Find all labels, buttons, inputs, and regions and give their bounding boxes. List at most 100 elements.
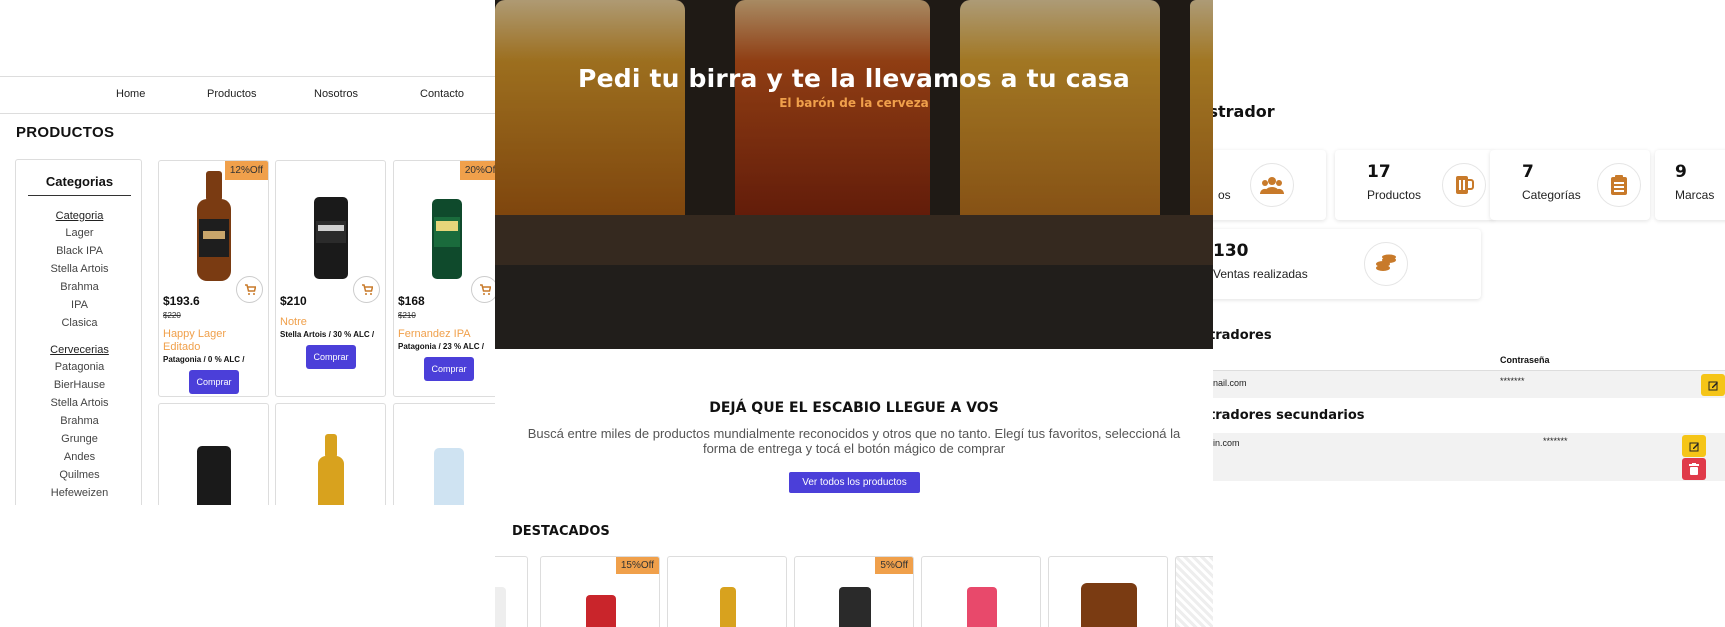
discount-badge: 20%Off [459, 161, 495, 180]
top-navbar: Home Productos Nosotros Contacto [0, 76, 495, 114]
stat-card-users: os [1213, 150, 1326, 220]
featured-card[interactable] [921, 556, 1041, 627]
edit-icon [1689, 442, 1699, 451]
admin-row: nail.com ******* [1213, 370, 1725, 398]
product-thumbnail [1081, 583, 1137, 627]
nav-link-nosotros[interactable]: Nosotros [314, 88, 358, 100]
discount-badge: 15%Off [615, 557, 659, 574]
category-item[interactable]: Clasica [16, 314, 143, 332]
beer-bottle-image [197, 171, 231, 281]
product-card [158, 403, 269, 505]
nav-link-home[interactable]: Home [116, 88, 145, 100]
stat-label: Categorías [1522, 188, 1581, 202]
category-item[interactable]: Black IPA [16, 242, 143, 260]
stat-card-products: 17 Productos [1335, 150, 1495, 220]
products-page-panel: Home Productos Nosotros Contacto PRODUCT… [0, 0, 495, 505]
product-name[interactable]: Fernandez IPA [398, 328, 495, 341]
edit-button[interactable] [1682, 435, 1706, 457]
product-thumbnail [967, 587, 997, 627]
nav-link-contacto[interactable]: Contacto [420, 88, 464, 100]
stat-value: 130 [1213, 241, 1249, 261]
stat-value: 9 [1675, 162, 1687, 182]
product-old-price: $220 [163, 311, 181, 320]
brewery-item[interactable]: Hefeweizen [16, 484, 143, 502]
home-page-panel: Pedi tu birra y te la llevamos a tu casa… [495, 0, 1213, 627]
category-item[interactable]: Brahma [16, 278, 143, 296]
beer-can-image [314, 197, 348, 279]
discount-badge: 12%Off [224, 161, 268, 180]
add-to-cart-button[interactable] [353, 276, 380, 303]
stat-value: 7 [1522, 162, 1534, 182]
category-item[interactable]: IPA [16, 296, 143, 314]
stat-label: os [1218, 188, 1231, 202]
featured-card[interactable] [1048, 556, 1168, 627]
brewery-item[interactable]: Quilmes [16, 466, 143, 484]
product-name[interactable]: Happy Lager Editado [163, 328, 263, 354]
section-text: Buscá entre miles de productos mundialme… [527, 426, 1181, 456]
secondary-admin-email: in.com [1213, 438, 1240, 448]
buy-button[interactable]: Comprar [306, 345, 356, 369]
product-thumbnail [495, 587, 506, 627]
product-price: $168 [398, 294, 425, 308]
category-group-heading[interactable]: Categoria [16, 208, 143, 224]
buy-button[interactable]: Comprar [424, 357, 474, 381]
stat-label: Productos [1367, 188, 1422, 202]
brewery-item[interactable]: BierHause [16, 376, 143, 394]
stat-card-categories: 7 Categorías [1490, 150, 1650, 220]
stat-card-brands: 9 Marcas [1655, 150, 1725, 220]
admin-title: istrador [1213, 102, 1275, 121]
buy-button[interactable]: Comprar [189, 370, 239, 394]
featured-card[interactable]: 15%Off [540, 556, 660, 627]
brewery-item[interactable]: Stella Artois [16, 394, 143, 412]
edit-button[interactable] [1701, 374, 1725, 396]
column-header-password: Contraseña [1500, 355, 1550, 365]
stat-value: 17 [1367, 162, 1391, 182]
stat-label: Marcas [1675, 188, 1715, 202]
brewery-group-heading[interactable]: Cervecerias [16, 342, 143, 358]
brewery-item[interactable]: Andes [16, 448, 143, 466]
product-card: 20%Off $168 $210 Fernandez IPA Patagonia… [393, 160, 495, 397]
brewery-item[interactable]: Patagonia [16, 358, 143, 376]
sidebar-title: Categorias [28, 174, 131, 196]
featured-card[interactable] [495, 556, 528, 627]
users-icon [1250, 163, 1294, 207]
beer-can-image [197, 446, 231, 505]
beer-glasses-photo [495, 0, 1213, 349]
hero-banner: Pedi tu birra y te la llevamos a tu casa… [495, 0, 1213, 349]
brewery-item[interactable]: Brahma [16, 412, 143, 430]
featured-card[interactable] [667, 556, 787, 627]
page-title: PRODUCTOS [16, 124, 115, 141]
view-all-products-button[interactable]: Ver todos los productos [789, 472, 920, 493]
secondary-admins-section-title: tradores secundarios [1213, 408, 1365, 423]
add-to-cart-button[interactable] [236, 276, 263, 303]
stat-label: Ventas realizadas [1213, 267, 1308, 281]
category-item[interactable]: Lager [16, 224, 143, 242]
delete-button[interactable] [1682, 458, 1706, 480]
hero-subtitle: El barón de la cerveza [779, 96, 929, 110]
clipboard-icon [1597, 163, 1641, 207]
admin-email: nail.com [1213, 378, 1247, 388]
brewery-item[interactable]: Grunge [16, 430, 143, 448]
category-item[interactable]: Stella Artois [16, 260, 143, 278]
product-card: $210 Notre Stella Artois / 30 % ALC / Co… [275, 160, 386, 397]
product-meta: Patagonia / 23 % ALC / [398, 342, 484, 351]
featured-card[interactable] [1175, 556, 1213, 627]
hero-title: Pedi tu birra y te la llevamos a tu casa [578, 64, 1130, 93]
product-thumbnail [720, 587, 736, 627]
beer-can-image [434, 448, 464, 505]
nav-link-productos[interactable]: Productos [207, 88, 257, 100]
product-thumbnail [586, 595, 616, 627]
discount-badge: 5%Off [875, 557, 913, 574]
coins-icon [1364, 242, 1408, 286]
product-card [275, 403, 386, 505]
product-meta: Patagonia / 0 % ALC / [163, 355, 245, 364]
stat-card-sales: 130 Ventas realizadas [1213, 229, 1481, 299]
product-price: $193.6 [163, 294, 200, 308]
cart-icon [244, 283, 256, 295]
product-name[interactable]: Notre [280, 316, 380, 329]
category-list: Categoria Lager Black IPA Stella Artois … [16, 208, 143, 502]
featured-card[interactable]: 5%Off [794, 556, 914, 627]
product-thumbnail [839, 587, 871, 627]
add-to-cart-button[interactable] [471, 276, 495, 303]
product-old-price: $210 [398, 311, 416, 320]
